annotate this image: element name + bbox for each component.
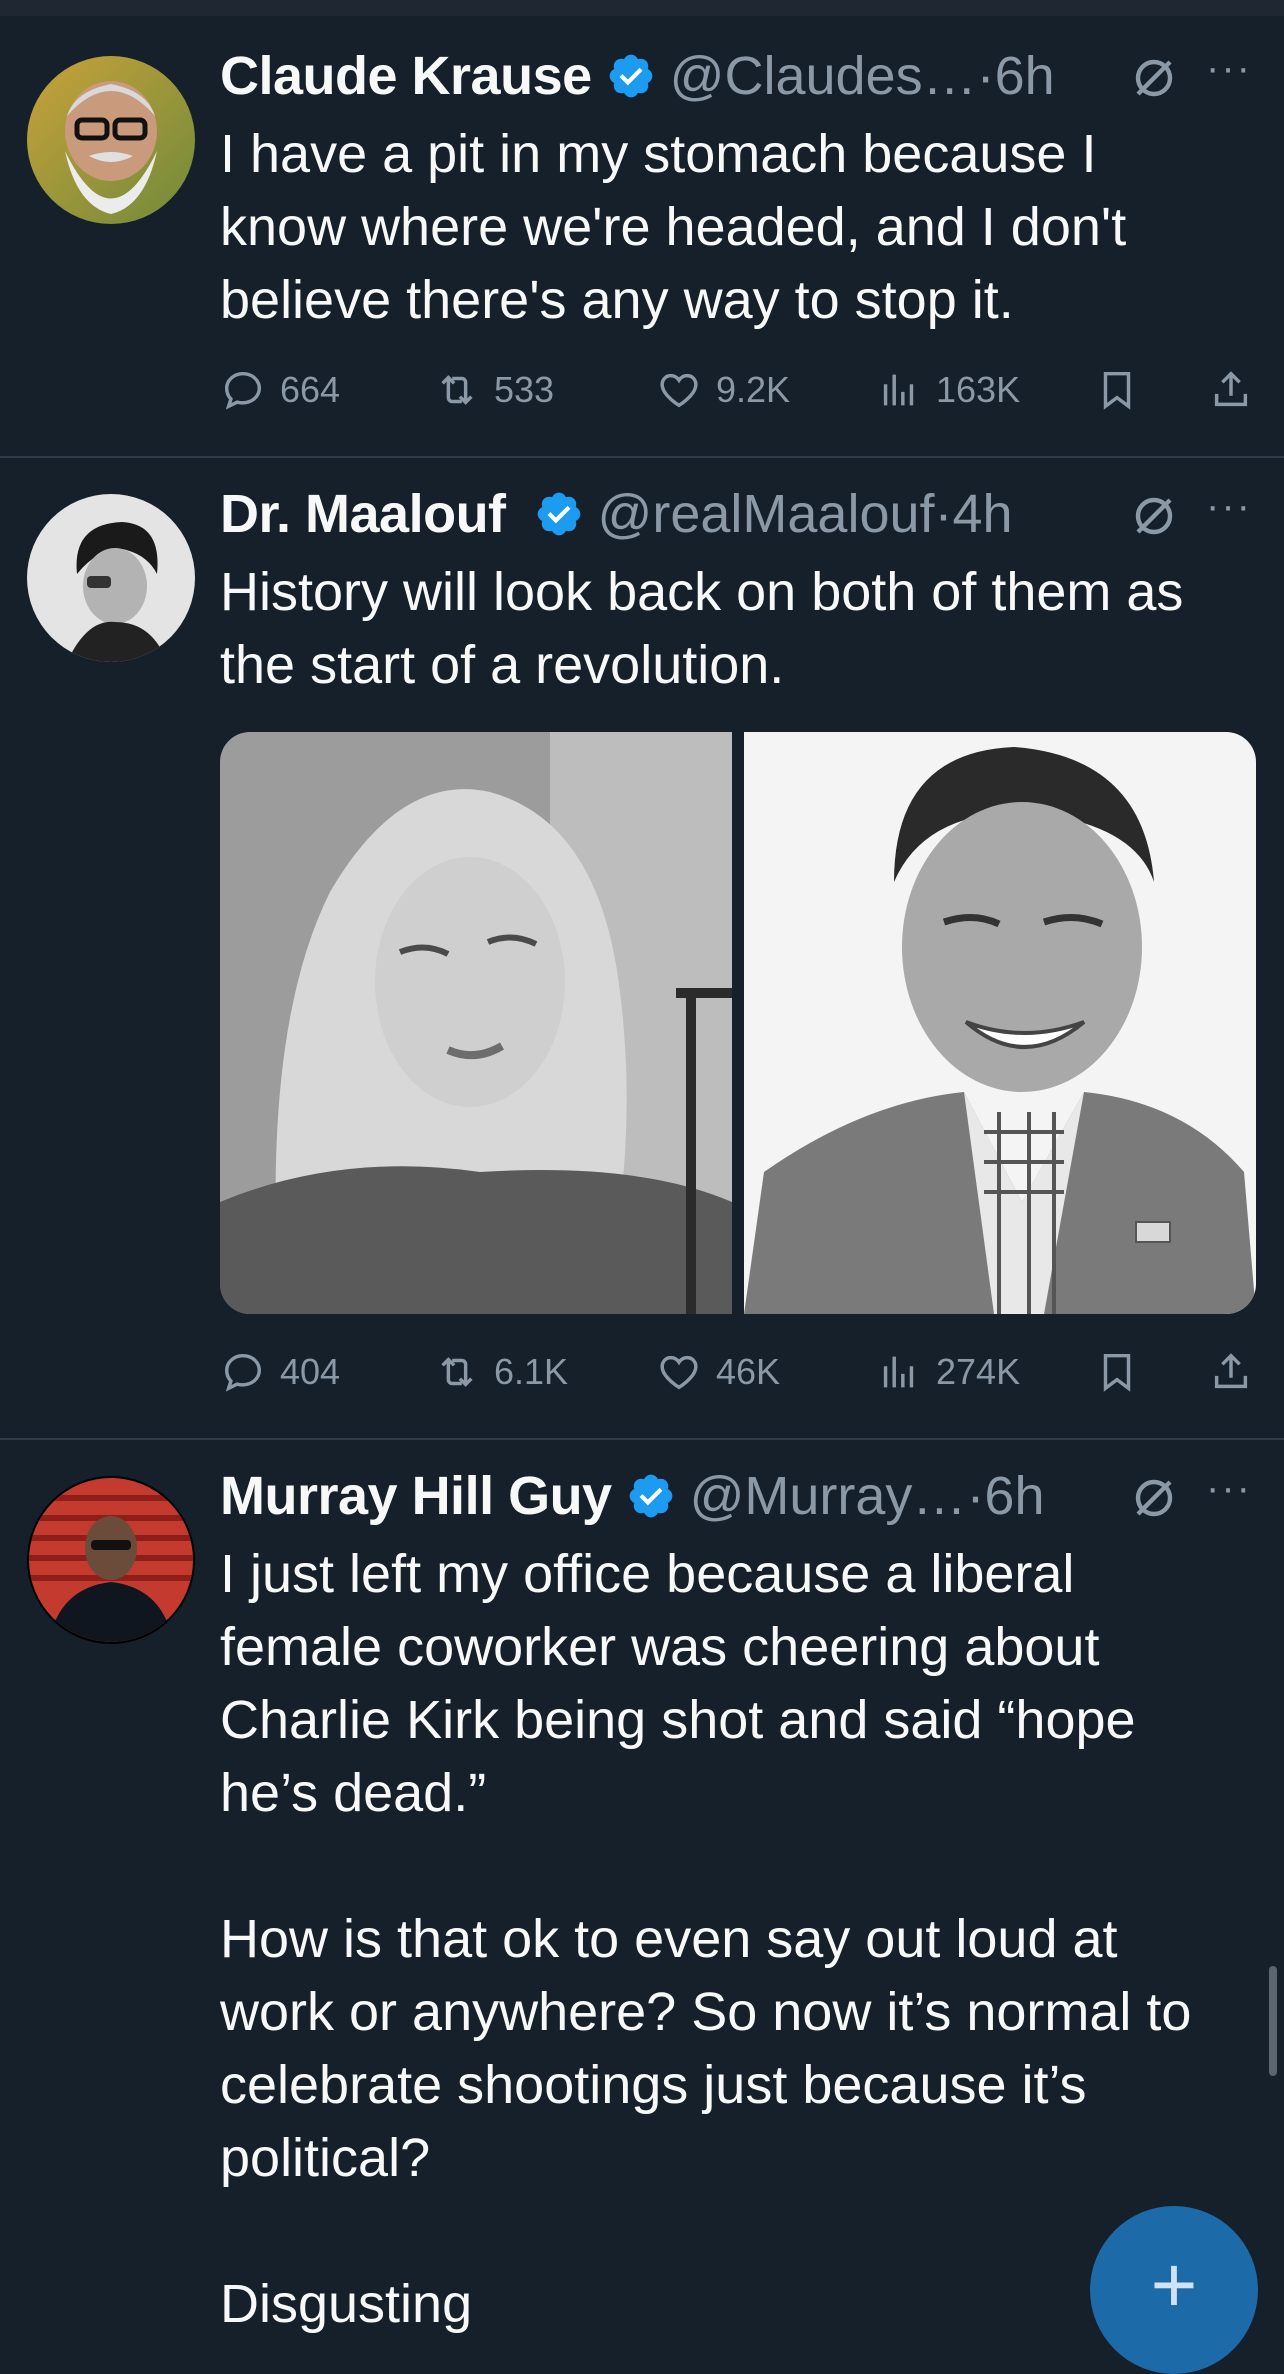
timestamp[interactable]: ·6h xyxy=(977,45,1055,107)
like-icon xyxy=(660,1355,698,1390)
views-icon xyxy=(883,374,914,406)
reply-count: 664 xyxy=(280,369,341,410)
timestamp[interactable]: ·4h xyxy=(935,483,1013,545)
repost-icon xyxy=(441,375,473,405)
share-button[interactable] xyxy=(1208,1344,1268,1400)
tweet-divider xyxy=(0,456,1284,458)
plus-icon: + xyxy=(1150,2240,1198,2329)
verified-badge-icon xyxy=(537,492,580,536)
tweet-header: Murray Hill Guy @Murray… ·6h xyxy=(220,1460,1284,1532)
like-button[interactable]: 46K xyxy=(656,1344,780,1400)
handle[interactable]: @realMaalouf xyxy=(598,483,935,545)
timestamp[interactable]: ·6h xyxy=(966,1465,1044,1527)
status-strip xyxy=(0,0,1284,16)
reply-icon xyxy=(224,371,262,410)
avatar[interactable] xyxy=(27,1476,195,1644)
reply-button[interactable]: 404 xyxy=(220,1344,340,1400)
media-image-woman[interactable] xyxy=(220,732,732,1314)
grok-icon[interactable] xyxy=(1130,492,1178,540)
reply-button[interactable]: 664 xyxy=(220,362,340,418)
bookmark-button[interactable] xyxy=(1094,1344,1154,1400)
tweet-media[interactable] xyxy=(220,732,1256,1314)
views-count: 274K xyxy=(936,1351,1021,1392)
like-button[interactable]: 9.2K xyxy=(656,362,790,418)
reply-icon xyxy=(224,1353,262,1392)
verified-badge-icon xyxy=(629,1474,672,1518)
like-count: 46K xyxy=(716,1351,781,1392)
like-icon xyxy=(660,373,698,408)
grok-icon[interactable] xyxy=(1130,54,1178,102)
avatar[interactable] xyxy=(27,56,195,224)
share-icon xyxy=(1214,1353,1248,1389)
grok-icon[interactable] xyxy=(1130,1474,1178,1522)
verified-badge-icon xyxy=(609,54,652,98)
reply-count: 404 xyxy=(280,1351,341,1392)
media-image-man[interactable] xyxy=(744,732,1256,1314)
display-name[interactable]: Murray Hill Guy xyxy=(220,1465,612,1527)
repost-count: 533 xyxy=(494,369,555,410)
scrollbar[interactable] xyxy=(1269,1966,1277,2076)
handle[interactable]: @Claudes… xyxy=(670,45,977,107)
tweet-header: Dr. Maalouf @realMaalouf ·4h xyxy=(220,478,1284,550)
bookmark-button[interactable] xyxy=(1094,362,1154,418)
repost-count: 6.1K xyxy=(494,1351,569,1392)
repost-button[interactable]: 6.1K xyxy=(434,1344,568,1400)
display-name[interactable]: Dr. Maalouf xyxy=(220,483,506,545)
tweet-header: Claude Krause @Claudes… ·6h xyxy=(220,40,1284,112)
views-count: 163K xyxy=(936,369,1021,410)
display-name[interactable]: Claude Krause xyxy=(220,45,592,107)
handle[interactable]: @Murray… xyxy=(690,1465,967,1527)
tweet-divider xyxy=(0,1438,1284,1440)
more-icon[interactable]: ··· xyxy=(1206,46,1252,91)
tweet-text: I have a pit in my stomach because I kno… xyxy=(220,124,1127,330)
more-icon[interactable]: ··· xyxy=(1206,484,1252,529)
avatar[interactable] xyxy=(27,494,195,662)
tweet-actions: 664 533 9.2K 163K xyxy=(220,362,1260,418)
views-button[interactable]: 163K xyxy=(876,362,1020,418)
share-button[interactable] xyxy=(1208,362,1268,418)
bookmark-icon xyxy=(1103,1353,1131,1392)
compose-button[interactable]: + xyxy=(1090,2206,1258,2374)
more-icon[interactable]: ··· xyxy=(1206,1466,1252,1511)
repost-icon xyxy=(441,1357,473,1387)
tweet-actions: 404 6.1K 46K 274K xyxy=(220,1344,1260,1400)
bookmark-icon xyxy=(1103,371,1131,410)
repost-button[interactable]: 533 xyxy=(434,362,554,418)
like-count: 9.2K xyxy=(716,369,791,410)
tweet-text: I just left my office because a liberal … xyxy=(220,1544,1192,2334)
tweet-text: History will look back on both of them a… xyxy=(220,562,1184,695)
views-icon xyxy=(883,1356,914,1388)
share-icon xyxy=(1214,371,1248,407)
views-button[interactable]: 274K xyxy=(876,1344,1020,1400)
